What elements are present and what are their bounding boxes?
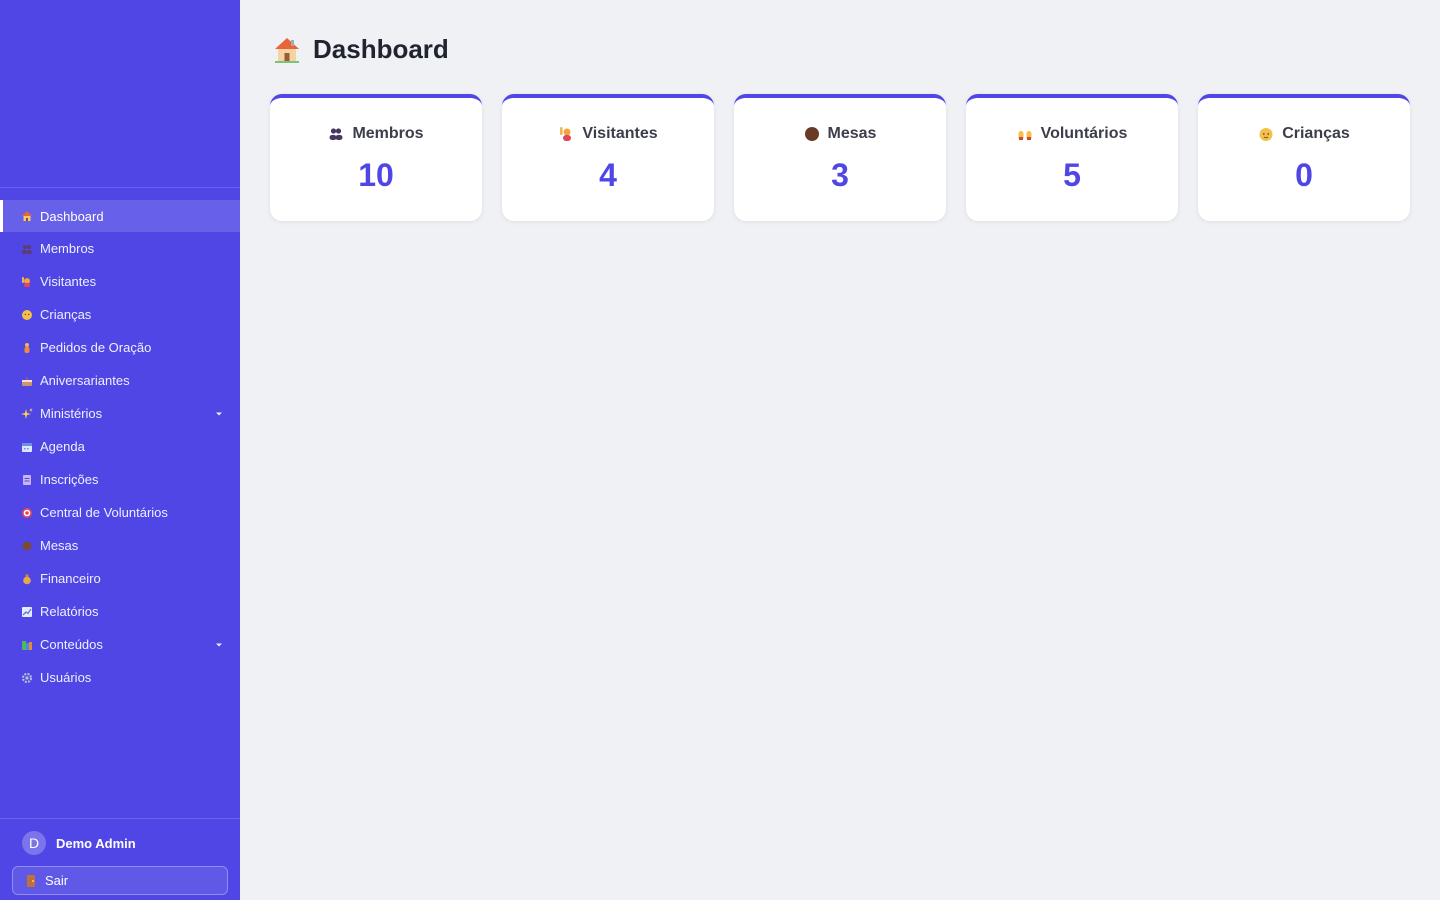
sidebar-nav: Dashboard Membros Visitantes Crianças Pe… [0, 200, 240, 694]
page-title: Dashboard [273, 34, 449, 65]
page-title-text: Dashboard [313, 34, 449, 64]
sidebar-item-label: Ministérios [40, 406, 103, 421]
sidebar-item-label: Conteúdos [40, 637, 103, 652]
child-icon [20, 308, 34, 322]
sidebar-item-visitantes[interactable]: Visitantes [0, 265, 240, 298]
sidebar-item-central-de-voluntarios[interactable]: Central de Voluntários [0, 496, 240, 529]
sidebar-item-label: Central de Voluntários [40, 505, 168, 520]
sidebar-item-relatorios[interactable]: Relatórios [0, 595, 240, 628]
avatar: D [22, 831, 46, 855]
chevron-down-icon[interactable] [216, 643, 222, 646]
user-profile[interactable]: D Demo Admin [22, 831, 136, 855]
raised-hands-icon [1017, 126, 1033, 142]
sidebar-item-inscricoes[interactable]: Inscrições [0, 463, 240, 496]
sidebar-item-membros[interactable]: Membros [0, 232, 240, 265]
card-label: Visitantes [582, 125, 658, 142]
sidebar-item-label: Dashboard [40, 208, 104, 224]
sidebar-item-agenda[interactable]: Agenda [0, 430, 240, 463]
raising-hand-icon [20, 275, 34, 289]
card-value: 5 [1063, 157, 1081, 193]
sidebar-item-aniversariantes[interactable]: Aniversariantes [0, 364, 240, 397]
sidebar-item-pedidos-de-oracao[interactable]: Pedidos de Oração [0, 331, 240, 364]
sidebar-item-label: Pedidos de Oração [40, 340, 152, 355]
stat-card-voluntarios[interactable]: Voluntários 5 [966, 94, 1178, 221]
brown-circle-icon [804, 126, 820, 142]
sidebar-item-label: Visitantes [40, 274, 97, 289]
card-label: Crianças [1282, 125, 1350, 142]
birthday-cake-icon [20, 374, 34, 388]
chart-icon [20, 605, 34, 619]
money-bag-icon [20, 572, 34, 586]
books-icon [20, 638, 34, 652]
sidebar-item-label: Usuários [40, 670, 92, 685]
sidebar-item-usuarios[interactable]: Usuários [0, 661, 240, 694]
logout-label: Sair [45, 873, 69, 888]
stat-card-visitantes[interactable]: Visitantes 4 [502, 94, 714, 221]
sidebar-item-label: Financeiro [40, 571, 101, 586]
sidebar-header [0, 0, 240, 188]
gear-icon [20, 671, 34, 685]
sidebar-item-label: Relatórios [40, 604, 99, 619]
card-value: 10 [358, 157, 394, 193]
sidebar-item-label: Agenda [40, 439, 85, 454]
sidebar-item-label: Aniversariantes [40, 373, 130, 388]
sidebar: Dashboard Membros Visitantes Crianças Pe… [0, 0, 240, 900]
card-label: Membros [352, 125, 424, 142]
card-value: 4 [599, 157, 617, 193]
card-value: 0 [1295, 157, 1313, 193]
child-icon [1258, 126, 1274, 142]
sidebar-item-criancas[interactable]: Crianças [0, 298, 240, 331]
card-label: Voluntários [1040, 125, 1128, 142]
house-icon [273, 36, 301, 64]
target-icon [20, 506, 34, 520]
praying-person-icon [20, 341, 34, 355]
door-icon [27, 874, 35, 887]
people-icon [328, 126, 344, 142]
card-value: 3 [831, 157, 849, 193]
sidebar-item-label: Crianças [40, 307, 92, 322]
raising-hand-icon [558, 126, 574, 142]
user-name: Demo Admin [56, 835, 136, 851]
card-label: Mesas [827, 125, 877, 142]
calendar-icon [20, 440, 34, 454]
sidebar-item-label: Membros [40, 241, 95, 256]
stats-cards: Membros 10 Visitantes 4 Mesas 3 Voluntár… [270, 94, 1410, 221]
house-icon [20, 209, 34, 223]
chevron-down-icon[interactable] [216, 412, 222, 415]
sparkles-icon [20, 407, 34, 421]
stat-card-criancas[interactable]: Crianças 0 [1198, 94, 1410, 221]
stat-card-mesas[interactable]: Mesas 3 [734, 94, 946, 221]
sidebar-item-mesas[interactable]: Mesas [0, 529, 240, 562]
sidebar-item-financeiro[interactable]: Financeiro [0, 562, 240, 595]
sidebar-footer: D Demo Admin Sair [0, 818, 240, 900]
people-icon [20, 242, 34, 256]
stat-card-membros[interactable]: Membros 10 [270, 94, 482, 221]
sidebar-item-label: Mesas [40, 538, 79, 553]
clipboard-icon [20, 473, 34, 487]
table-icon [20, 539, 34, 553]
sidebar-item-dashboard[interactable]: Dashboard [0, 200, 240, 232]
logout-button[interactable]: Sair [12, 866, 228, 895]
sidebar-item-label: Inscrições [40, 472, 99, 487]
sidebar-item-ministerios[interactable]: Ministérios [0, 397, 240, 430]
sidebar-item-conteudos[interactable]: Conteúdos [0, 628, 240, 661]
